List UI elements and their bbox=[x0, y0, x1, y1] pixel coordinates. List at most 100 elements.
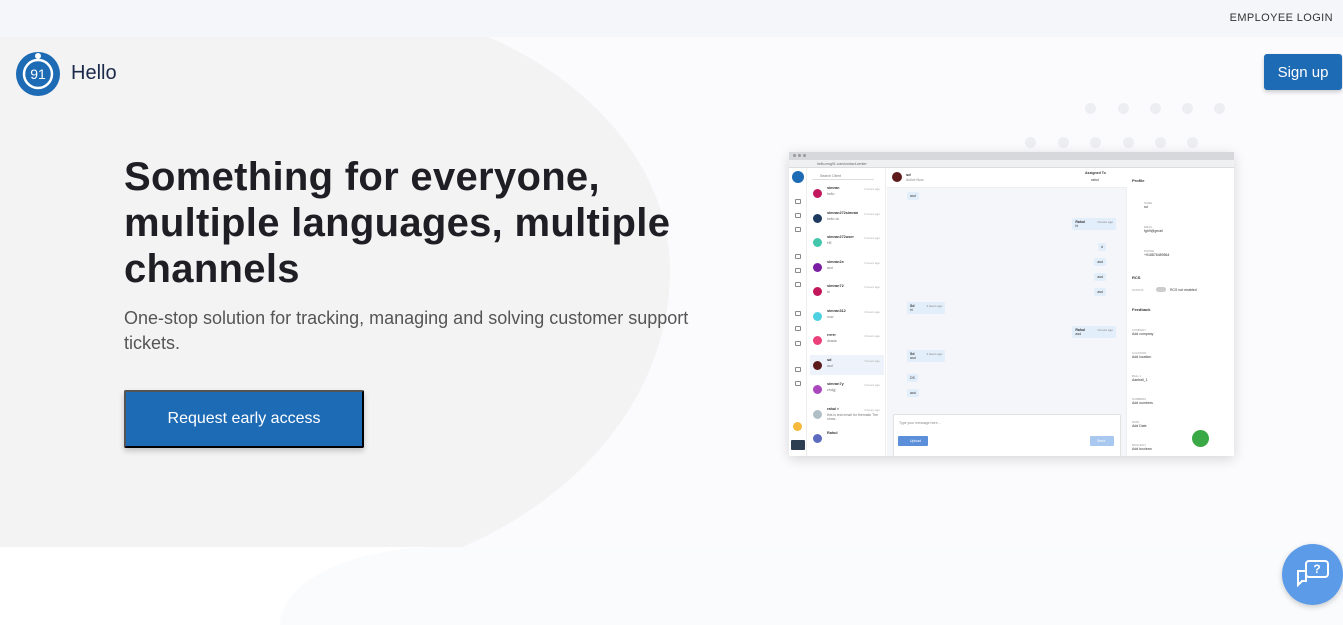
phone-icon bbox=[795, 311, 801, 316]
contact-list-item: simran hello 2 hours ago bbox=[810, 183, 884, 203]
contact-time: 4 hours ago bbox=[864, 285, 880, 289]
contact-name: Rahul bbox=[827, 431, 838, 435]
message-input-box: Type your message here... Upload Send bbox=[893, 414, 1121, 456]
message-sender: Sd 4 hours ago bbox=[910, 304, 943, 308]
avatar bbox=[813, 189, 822, 198]
profile-field-value: Add numbers bbox=[1132, 401, 1153, 405]
profile-field-value: fgh9@gmail bbox=[1144, 229, 1163, 233]
avatar bbox=[813, 336, 822, 345]
document-icon bbox=[795, 282, 801, 287]
chat-panel: sd Active Now Assigned To rahul asd Rahul… bbox=[887, 168, 1127, 456]
contact-list-item: simran312 now 4 hours ago bbox=[810, 306, 884, 326]
contact-search-input: Search Client bbox=[812, 172, 874, 180]
chat-message: d bbox=[1098, 243, 1106, 251]
message-text: hi bbox=[910, 308, 913, 312]
assigned-label: Assigned To bbox=[1085, 171, 1106, 175]
menu-icon bbox=[791, 440, 805, 450]
avatar bbox=[813, 434, 822, 443]
employee-login-link[interactable]: EMPLOYEE LOGIN bbox=[1230, 12, 1333, 24]
below-fold-curve bbox=[280, 547, 1343, 625]
message-text: d bbox=[1101, 245, 1103, 249]
profile-field-value: Add location bbox=[1132, 355, 1152, 359]
browser-url: hello.msg91.com/contact-center bbox=[817, 162, 867, 166]
contact-time: 4 hours ago bbox=[864, 407, 880, 412]
whatsapp-icon bbox=[1192, 430, 1209, 447]
profile-field: PHONE +918876489564 bbox=[1144, 249, 1169, 257]
hero-background-shape bbox=[0, 37, 670, 547]
contact-time: 2 hours ago bbox=[864, 211, 880, 216]
contact-list-item: rrrrrr dsada 4 hours ago bbox=[810, 330, 884, 350]
contact-name: rahul r bbox=[827, 406, 839, 411]
avatar bbox=[813, 287, 822, 296]
help-icon bbox=[795, 381, 801, 386]
contact-list-item: simran272simran hello ok 2 hours ago bbox=[810, 208, 884, 228]
chat-header: sd Active Now Assigned To rahul bbox=[887, 168, 1127, 188]
chat-contact-name: sd bbox=[906, 172, 911, 177]
upload-button: Upload bbox=[898, 436, 928, 446]
chat-message: DS bbox=[907, 374, 918, 382]
profile-extra-field: BALL 1 Aaeball_1 bbox=[1132, 374, 1148, 382]
profile-field-value: Add company bbox=[1132, 332, 1154, 336]
profile-extra-field: BOOLEAN Add boolean bbox=[1132, 443, 1152, 451]
message-time: 4 hours ago bbox=[1097, 220, 1113, 224]
avatar bbox=[813, 360, 822, 370]
avatar bbox=[813, 385, 822, 394]
browser-title-bar bbox=[789, 152, 1234, 160]
contact-name: sd bbox=[827, 357, 832, 362]
profile-extra-field: COMPANY Add company bbox=[1132, 328, 1153, 336]
search-icon bbox=[795, 199, 801, 204]
contact-last-message: hi bbox=[827, 290, 830, 294]
message-input: Type your message here... bbox=[899, 421, 941, 425]
chart-icon bbox=[795, 341, 801, 346]
profile-title: Profile bbox=[1132, 178, 1145, 183]
profile-field: NAME sd bbox=[1144, 201, 1152, 209]
contact-list-item: simran72 hi 4 hours ago bbox=[810, 281, 884, 301]
profile-panel: Profile NAME sd EMAIL fgh9@gmail PHONE +91887… bbox=[1128, 168, 1234, 456]
profile-field: EMAIL fgh9@gmail bbox=[1144, 225, 1163, 233]
profile-field-value: Add Date bbox=[1132, 424, 1147, 428]
brand-name[interactable]: Hello bbox=[71, 62, 117, 85]
chat-message: Sd 4 hours ago hi bbox=[907, 302, 946, 314]
message-text: asd bbox=[910, 356, 916, 360]
profile-field-value: Aaeball_1 bbox=[1132, 378, 1148, 382]
contact-time: 4 hours ago bbox=[864, 334, 880, 338]
request-access-button[interactable]: Request early access bbox=[124, 390, 364, 448]
avatar bbox=[813, 262, 822, 272]
chat-message: asd bbox=[1094, 273, 1106, 281]
message-text: DS bbox=[910, 376, 915, 380]
contact-name: simran272simran bbox=[827, 210, 859, 215]
contact-name: simran bbox=[827, 186, 840, 190]
chat-message: asd bbox=[907, 192, 919, 200]
contact-last-message: asd bbox=[827, 265, 833, 270]
contact-last-message: this is test email for thematic The show… bbox=[827, 412, 879, 421]
svg-text:91: 91 bbox=[30, 66, 46, 82]
users-icon bbox=[795, 227, 801, 232]
message-time: 4 hours ago bbox=[926, 304, 943, 308]
profile-field-value: sd bbox=[1144, 205, 1148, 209]
rcs-label: RCS bbox=[1132, 275, 1141, 280]
logo-icon[interactable]: 91 bbox=[15, 51, 61, 97]
contact-last-message: HE bbox=[827, 241, 832, 245]
browser-url-bar: hello.msg91.com/contact-center bbox=[789, 160, 1234, 168]
message-sender: Rahul 4 hours ago bbox=[1075, 220, 1113, 224]
contact-time: 2 hours ago bbox=[864, 187, 880, 191]
chat-message: Rahul 4 hours ago asd bbox=[1072, 326, 1116, 338]
avatar bbox=[813, 238, 822, 247]
chat-message: asd bbox=[1094, 288, 1106, 296]
contact-list-item: simran2x asd 4 hours ago bbox=[810, 257, 884, 277]
chat-help-icon[interactable]: ? bbox=[1282, 544, 1343, 605]
avatar bbox=[813, 409, 822, 419]
contact-name: rrrrrr bbox=[827, 333, 836, 337]
app-logo-icon bbox=[792, 171, 804, 183]
signup-button[interactable]: Sign up bbox=[1264, 54, 1342, 90]
message-text: asd bbox=[910, 391, 916, 395]
contact-list: Search Client simran hello 2 hours ago simr… bbox=[808, 168, 886, 456]
settings-icon bbox=[795, 367, 801, 372]
contact-list-item: simran272user HE 3 hours ago bbox=[810, 232, 884, 252]
hero-headline: Something for everyone, multiple languag… bbox=[124, 155, 671, 291]
contacts-icon bbox=[795, 254, 801, 259]
assignee: rahul bbox=[1091, 178, 1099, 182]
contact-time: 4 hours ago bbox=[864, 260, 880, 265]
contact-list-item: rahul r this is test email for thematic T… bbox=[810, 404, 884, 424]
contact-last-message: hello bbox=[827, 192, 835, 196]
